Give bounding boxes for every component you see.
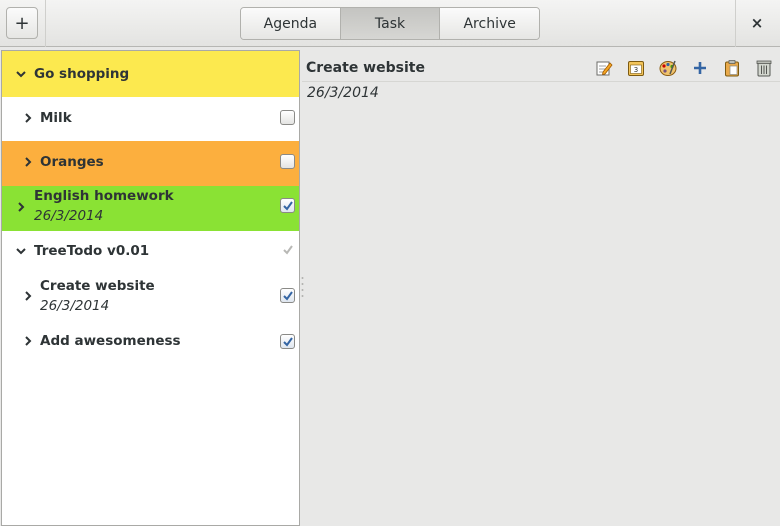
- chevron-right-icon[interactable]: [23, 113, 33, 123]
- task-detail-date: 26/3/2014: [307, 85, 379, 101]
- tab-agenda[interactable]: Agenda: [241, 8, 340, 39]
- task-detail-header: Create website 3: [302, 56, 780, 82]
- tree-row-milk[interactable]: Milk: [2, 97, 299, 141]
- tab-archive[interactable]: Archive: [439, 8, 539, 39]
- task-label: Milk: [40, 110, 72, 126]
- edit-icon[interactable]: [594, 58, 614, 78]
- chevron-right-icon[interactable]: [16, 202, 26, 212]
- add-icon[interactable]: [690, 58, 710, 78]
- task-label: Oranges: [40, 154, 104, 170]
- tree-row-english-homework[interactable]: English homework 26/3/2014: [2, 186, 299, 231]
- task-checkbox[interactable]: [280, 198, 295, 213]
- task-checkbox[interactable]: [280, 110, 295, 125]
- add-task-button[interactable]: +: [6, 7, 38, 39]
- header-bar: + Agenda Task Archive ×: [0, 0, 780, 47]
- chevron-down-icon[interactable]: [16, 69, 26, 79]
- task-label: Create website: [40, 278, 155, 294]
- tree-row-create-website[interactable]: Create website 26/3/2014: [2, 271, 299, 321]
- calendar-icon[interactable]: 3: [626, 58, 646, 78]
- trash-icon[interactable]: [754, 58, 774, 78]
- chevron-right-icon[interactable]: [23, 336, 33, 346]
- tab-task[interactable]: Task: [339, 8, 440, 39]
- task-label: TreeTodo v0.01: [34, 243, 150, 259]
- header-separator: [45, 0, 46, 47]
- checkmark-icon[interactable]: [282, 244, 294, 260]
- svg-text:3: 3: [634, 66, 638, 74]
- chevron-down-icon[interactable]: [16, 246, 26, 256]
- task-date: 26/3/2014: [34, 208, 104, 224]
- task-label: Go shopping: [34, 66, 130, 82]
- color-palette-icon[interactable]: [658, 58, 678, 78]
- tree-row-add-awesomeness[interactable]: Add awesomeness: [2, 321, 299, 361]
- view-switcher: Agenda Task Archive: [240, 7, 540, 40]
- header-separator: [735, 0, 736, 47]
- tree-row-go-shopping[interactable]: Go shopping: [2, 51, 299, 97]
- task-date: 26/3/2014: [40, 298, 110, 314]
- task-checkbox[interactable]: [280, 334, 295, 349]
- paste-icon[interactable]: [722, 58, 742, 78]
- chevron-right-icon[interactable]: [23, 157, 33, 167]
- chevron-right-icon[interactable]: [23, 291, 33, 301]
- task-checkbox[interactable]: [280, 288, 295, 303]
- tree-row-oranges[interactable]: Oranges: [2, 141, 299, 186]
- task-label: Add awesomeness: [40, 333, 181, 349]
- task-checkbox[interactable]: [280, 154, 295, 169]
- close-button[interactable]: ×: [740, 7, 774, 39]
- task-detail-title: Create website: [306, 60, 425, 76]
- pane-resize-handle[interactable]: [301, 275, 304, 299]
- tree-row-treetodo[interactable]: TreeTodo v0.01: [2, 231, 299, 271]
- task-tree: Go shopping Milk Oranges English homewor…: [1, 50, 300, 526]
- task-label: English homework: [34, 188, 174, 204]
